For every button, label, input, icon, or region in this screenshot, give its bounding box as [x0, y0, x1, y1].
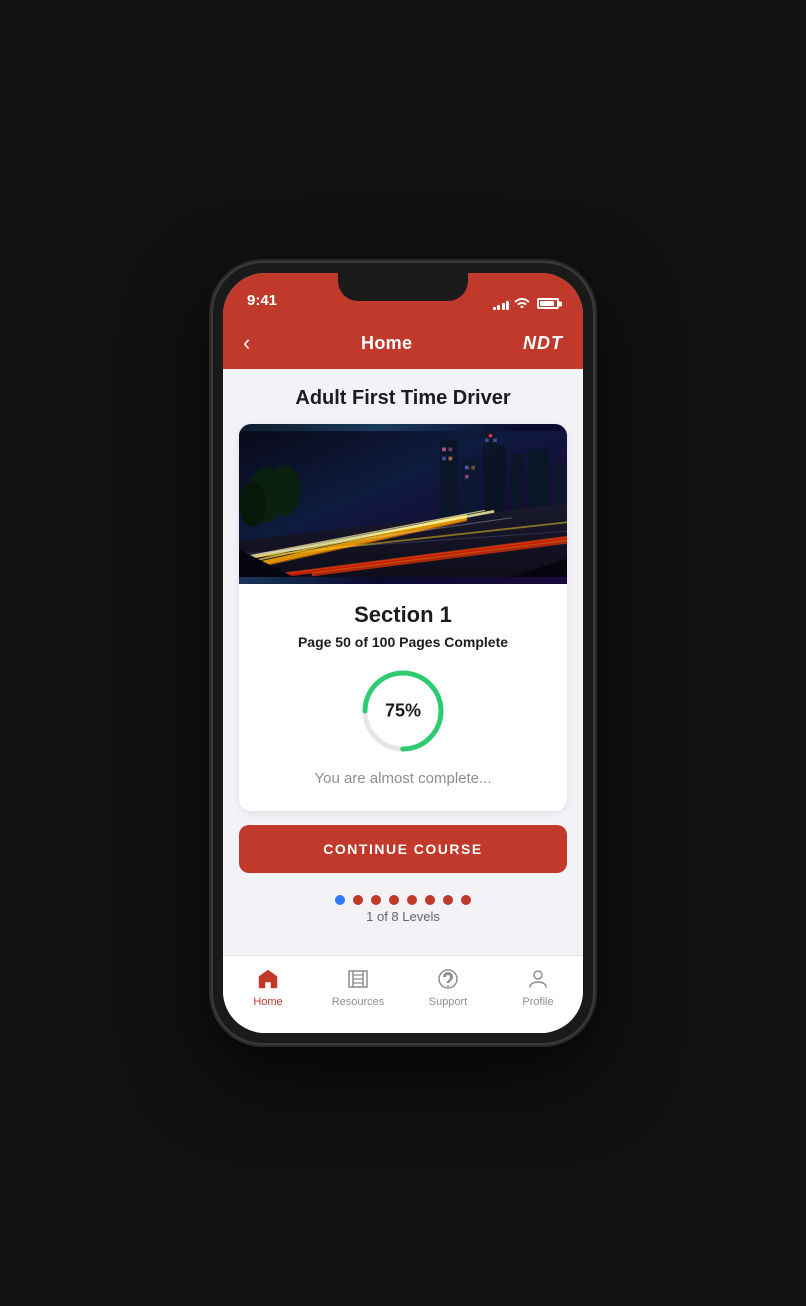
back-button[interactable]: ‹ — [243, 330, 250, 356]
status-icons — [493, 296, 560, 311]
tab-support-label: Support — [429, 996, 468, 1008]
tab-profile[interactable]: Profile — [493, 966, 583, 1008]
nav-title: Home — [361, 333, 412, 354]
course-image — [239, 424, 567, 584]
tab-bar: Home Resources — [223, 955, 583, 1033]
dot-8[interactable] — [461, 895, 471, 905]
tab-home-label: Home — [253, 996, 282, 1008]
tab-resources-label: Resources — [332, 996, 385, 1008]
level-dots — [335, 895, 471, 905]
status-time: 9:41 — [247, 292, 277, 311]
dot-2[interactable] — [353, 895, 363, 905]
course-card: Section 1 Page 50 of 100 Pages Complete … — [239, 424, 567, 811]
dot-6[interactable] — [425, 895, 435, 905]
pages-complete: Page 50 of 100 Pages Complete — [259, 634, 547, 650]
resources-icon — [345, 966, 371, 992]
levels-label: 1 of 8 Levels — [366, 909, 440, 924]
tab-home[interactable]: Home — [223, 966, 313, 1008]
nav-brand: NDT — [523, 333, 563, 354]
almost-complete-text: You are almost complete... — [259, 770, 547, 787]
progress-circle-container: 75% — [259, 666, 547, 756]
phone-screen: 9:41 ‹ Home — [223, 273, 583, 1033]
notch — [338, 273, 468, 301]
dot-7[interactable] — [443, 895, 453, 905]
dot-5[interactable] — [407, 895, 417, 905]
course-info: Section 1 Page 50 of 100 Pages Complete … — [239, 584, 567, 811]
dot-3[interactable] — [371, 895, 381, 905]
navigation-bar: ‹ Home NDT — [223, 317, 583, 369]
signal-icon — [493, 298, 510, 310]
dot-1[interactable] — [335, 895, 345, 905]
battery-icon — [537, 298, 559, 309]
tab-resources[interactable]: Resources — [313, 966, 403, 1008]
support-icon — [435, 966, 461, 992]
main-content: Adult First Time Driver — [223, 369, 583, 955]
page-title: Adult First Time Driver — [279, 369, 526, 424]
continue-course-button[interactable]: CONTINUE COURSE — [239, 825, 567, 873]
section-title: Section 1 — [259, 602, 547, 628]
progress-text: 75% — [385, 701, 421, 722]
wifi-icon — [514, 296, 530, 311]
tab-profile-label: Profile — [522, 996, 553, 1008]
tab-support[interactable]: Support — [403, 966, 493, 1008]
phone-frame: 9:41 ‹ Home — [213, 263, 593, 1043]
dot-4[interactable] — [389, 895, 399, 905]
home-icon — [255, 966, 281, 992]
profile-icon — [525, 966, 551, 992]
progress-circle: 75% — [358, 666, 448, 756]
